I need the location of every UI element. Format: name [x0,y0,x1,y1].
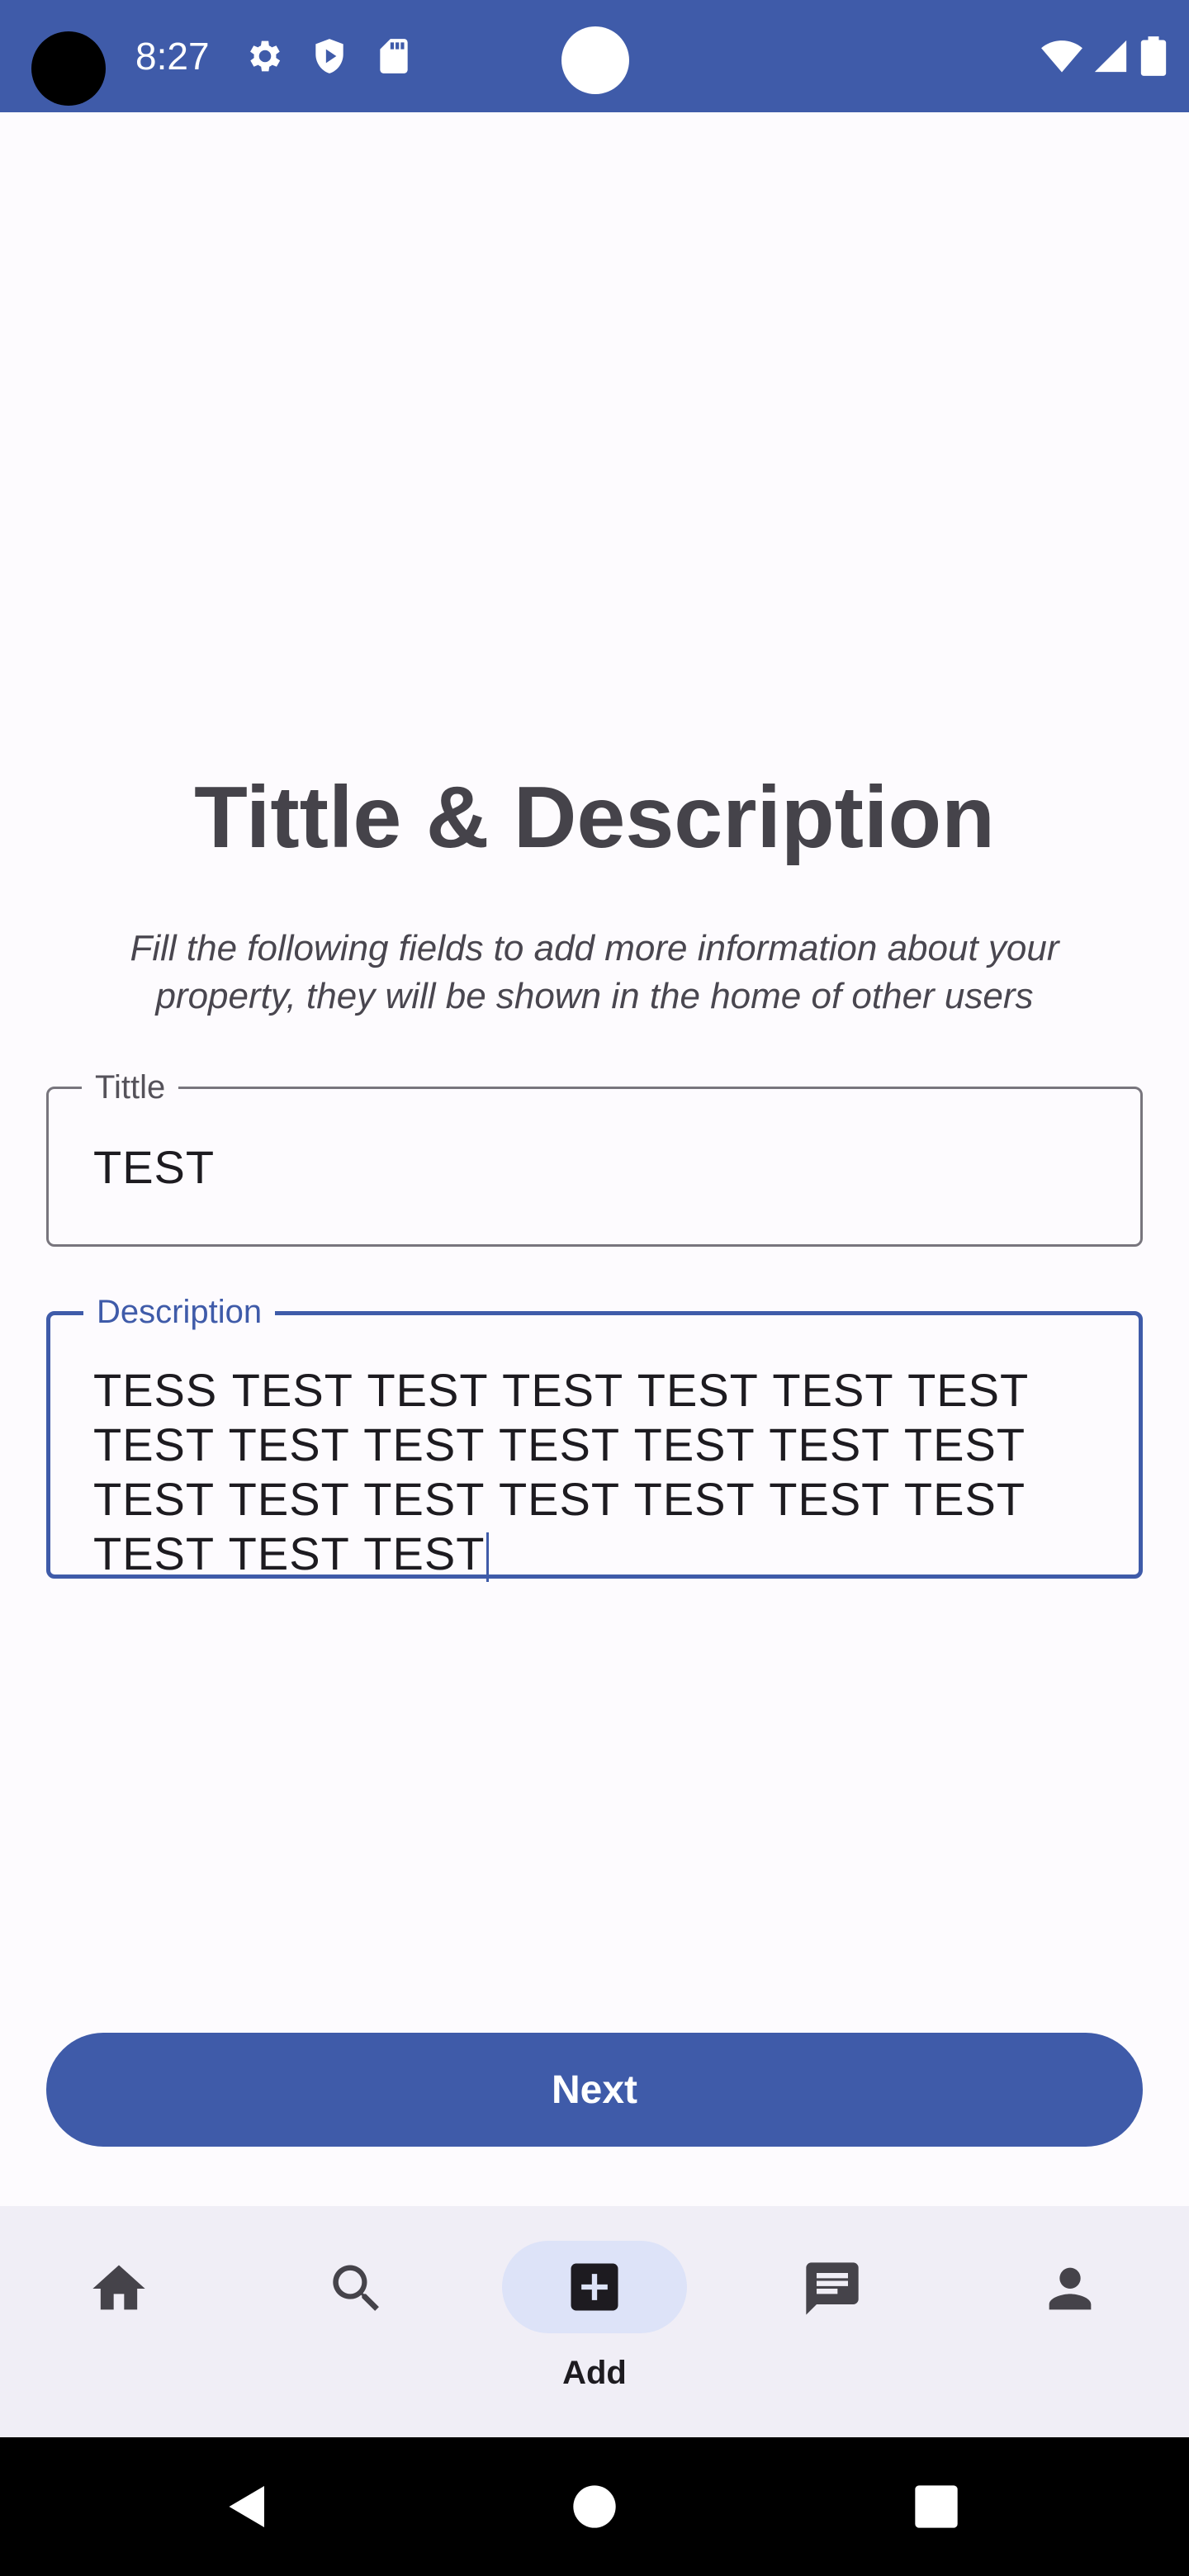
wifi-icon [1041,40,1082,73]
camera-indicator [561,26,629,94]
camera-cutout [31,31,106,106]
nav-item-messages[interactable] [713,2206,951,2437]
description-field[interactable]: Description TESS TEST TEST TEST TEST TES… [46,1294,1143,1583]
home-icon [92,2265,145,2310]
text-cursor [486,1532,490,1583]
description-field-value[interactable]: TESS TEST TEST TEST TEST TEST TEST TEST … [93,1364,1028,1579]
signal-icon [1094,40,1127,73]
shield-play-icon [315,39,343,73]
search-icon [333,2265,379,2311]
nav-item-search[interactable] [238,2206,476,2437]
add-box-icon [571,2263,618,2311]
nav-item-profile[interactable] [951,2206,1189,2437]
battery-icon [1140,36,1167,76]
next-button[interactable]: Next [46,2033,1143,2147]
nav-item-add[interactable]: Add [476,2206,713,2437]
nav-item-home[interactable] [0,2206,238,2437]
system-back-button[interactable] [165,2437,330,2576]
chat-icon [806,2262,859,2315]
sd-card-icon [380,39,408,73]
title-field-label: Tittle [82,1069,179,1106]
system-nav-bar [0,2437,1189,2576]
status-bar: 8:27 [0,0,1189,112]
page-title: Tittle & Description [194,769,995,866]
recents-square-icon [915,2485,958,2528]
screen: 8:27 Tittle & Description Fill the follo… [0,0,1189,2576]
system-recents-button[interactable] [854,2437,1019,2576]
description-field-value-wrap[interactable]: TESS TEST TEST TEST TEST TEST TEST TEST … [93,1363,1117,1583]
back-triangle-icon [229,2486,264,2527]
home-circle-icon [573,2485,616,2528]
status-time: 8:27 [135,35,210,78]
bottom-nav: Add [0,2206,1189,2437]
system-home-button[interactable] [512,2437,677,2576]
nav-label-add: Add [562,2355,627,2391]
title-field-value[interactable]: TEST [93,1140,215,1194]
page-subtitle: Fill the following fields to add more in… [130,928,1059,1016]
gear-icon [250,40,281,72]
description-field-label: Description [83,1294,276,1330]
title-field[interactable]: Tittle TEST [46,1069,1143,1247]
person-icon [1049,2267,1092,2310]
